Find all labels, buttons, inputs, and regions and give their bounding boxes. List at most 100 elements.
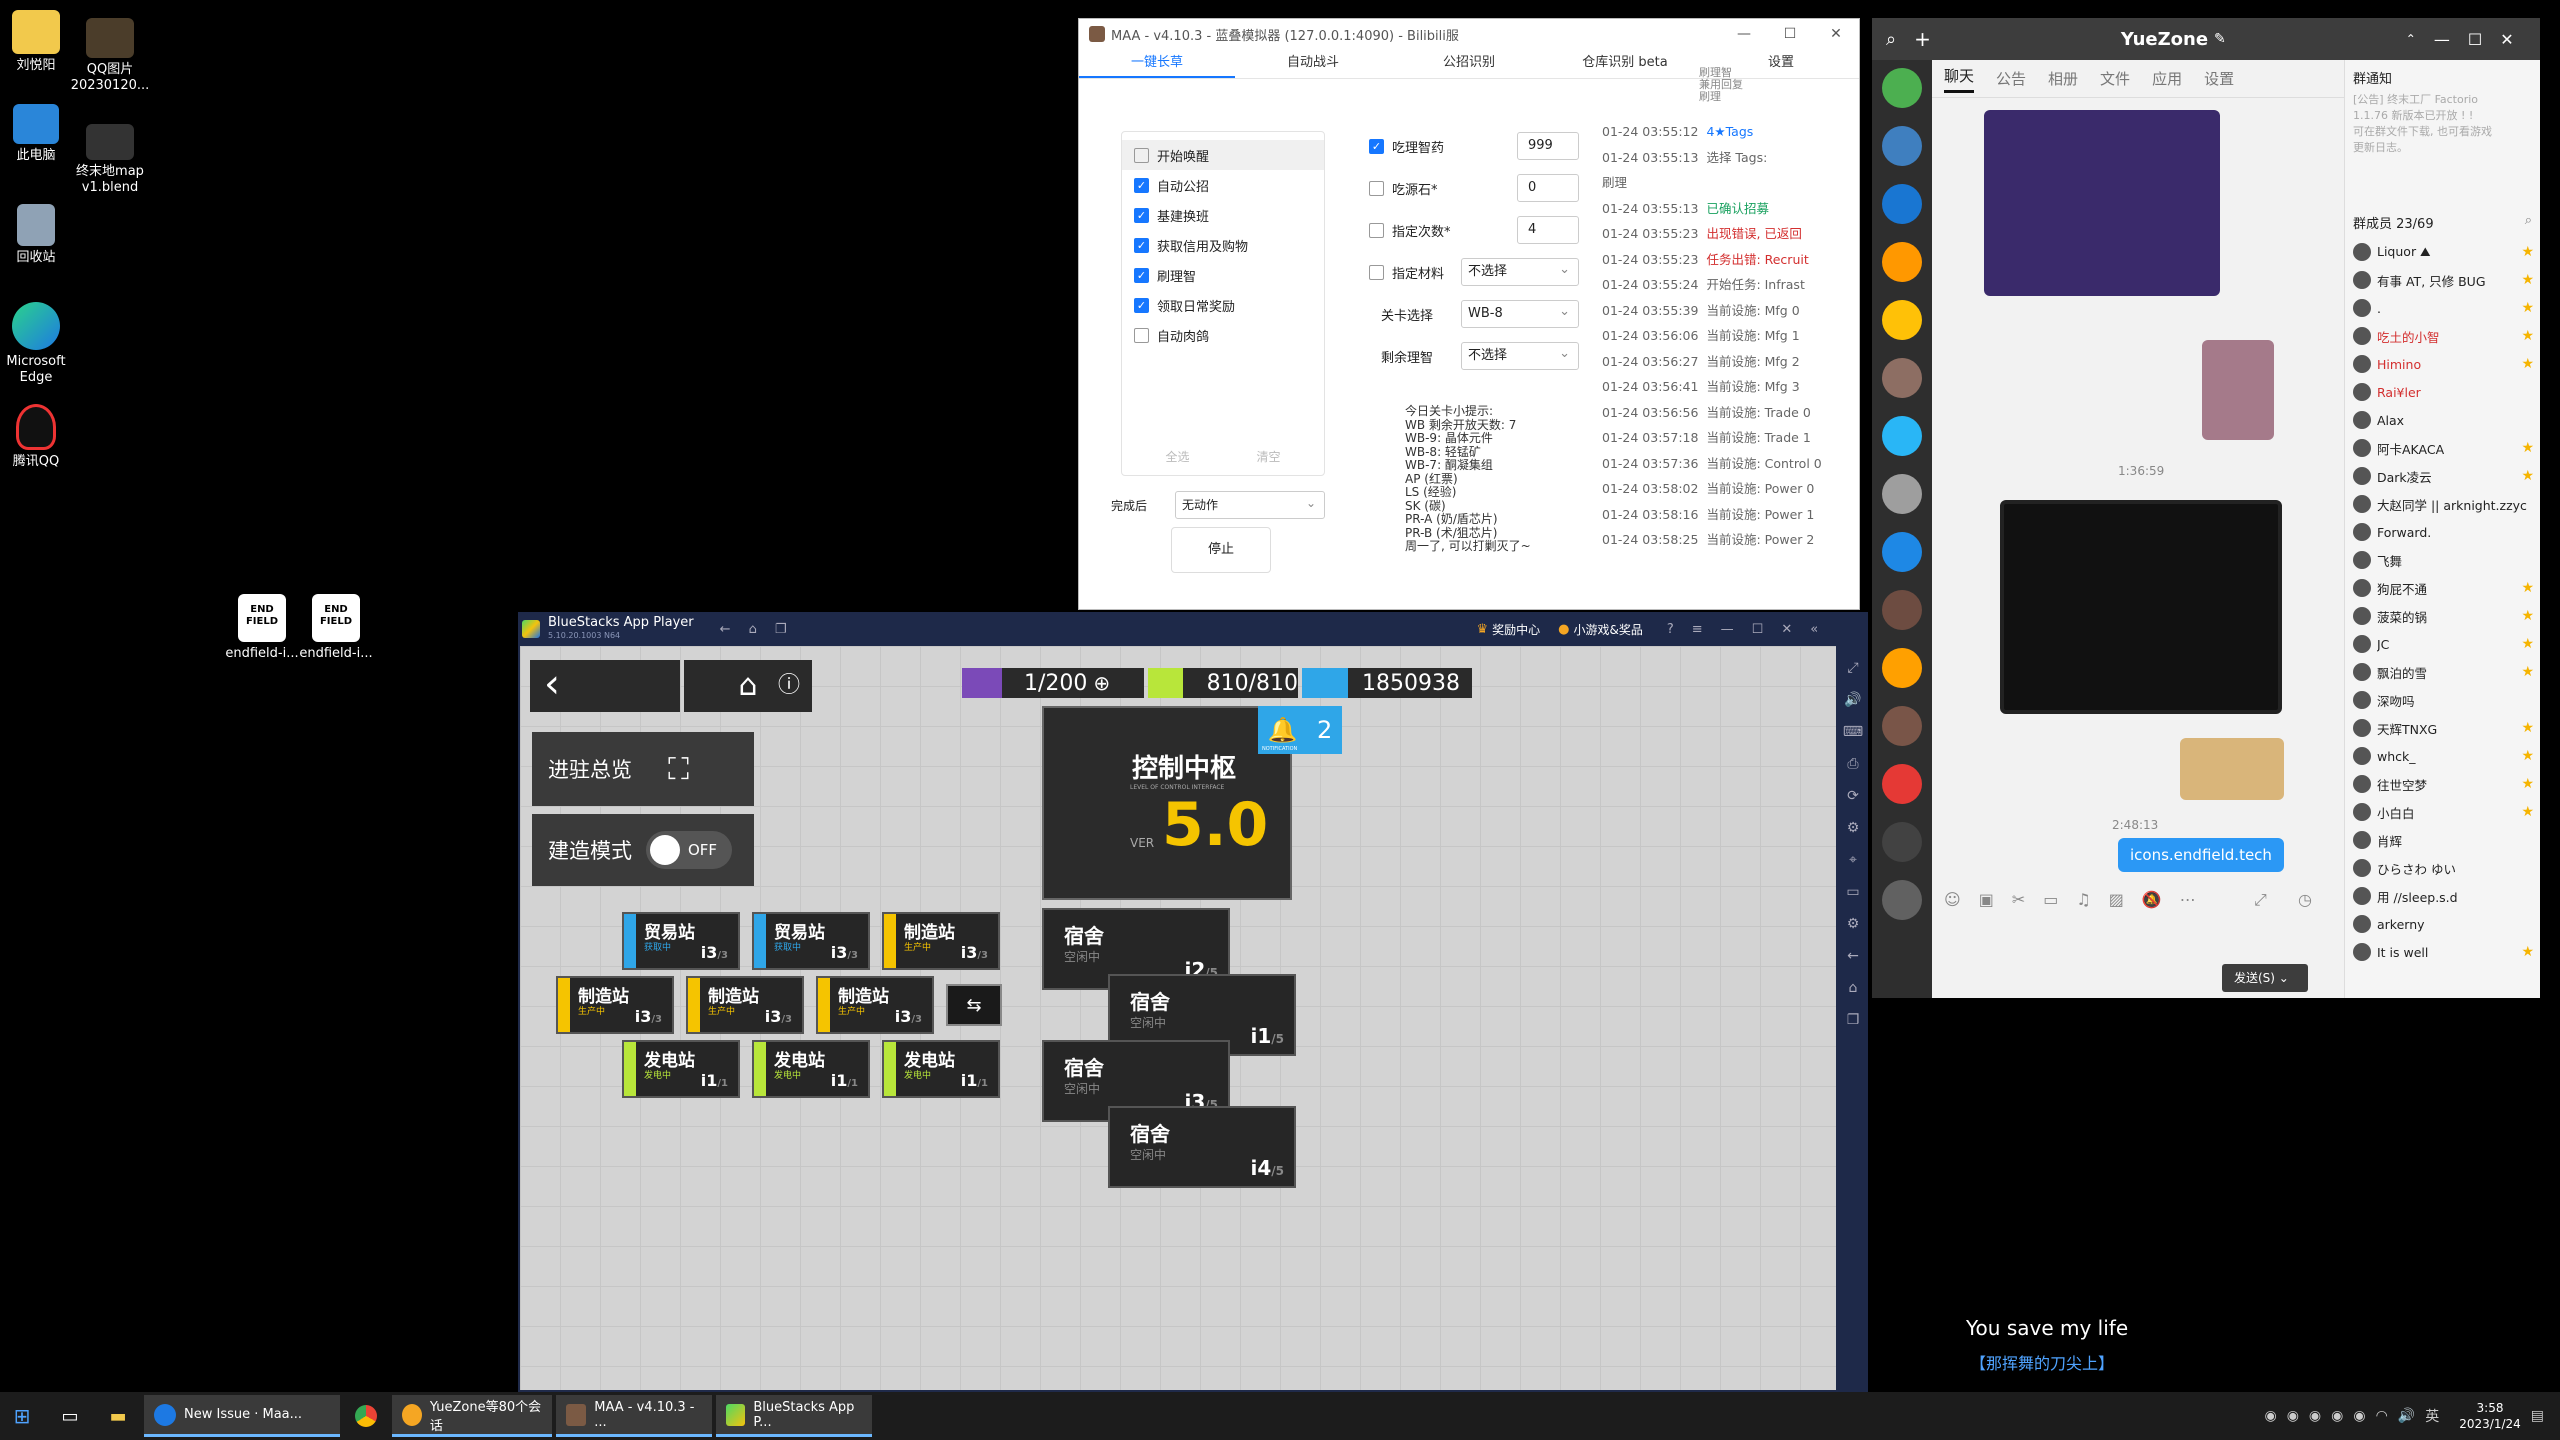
trade-station-1[interactable]: 贸易站 获取中 i3/3 <box>622 912 740 970</box>
task-item[interactable]: ✓ 领取日常奖励 <box>1122 290 1324 320</box>
macro-icon[interactable]: ⚙ <box>1838 812 1868 844</box>
member-item[interactable]: Forward. <box>2345 518 2540 546</box>
member-item[interactable]: 吃土的小智 ★ <box>2345 322 2540 350</box>
desktop-icon-qq[interactable]: 腾讯QQ <box>0 404 96 470</box>
rotate-icon[interactable]: ⟳ <box>1838 780 1868 812</box>
mute-icon[interactable]: 🔕 <box>2142 890 2162 909</box>
tab-auto-battle[interactable]: 自动战斗 <box>1235 49 1391 78</box>
close-icon[interactable]: ✕ <box>1781 622 1792 637</box>
option-select[interactable]: 不选择 <box>1461 257 1579 286</box>
location-icon[interactable]: ⌖ <box>1838 844 1868 876</box>
taskbar-bluestacks[interactable]: BlueStacks App P... <box>716 1395 872 1437</box>
tab-apps[interactable]: 应用 <box>2152 68 2182 89</box>
session-avatar[interactable] <box>1882 590 1922 630</box>
member-item[interactable]: 狗屁不通 ★ <box>2345 574 2540 602</box>
member-item[interactable]: Alax <box>2345 406 2540 434</box>
taskbar-qq[interactable]: YueZone等80个会话 <box>392 1395 552 1437</box>
member-item[interactable]: 用 //sleep.s.d <box>2345 882 2540 910</box>
member-item[interactable]: 深吻吗 <box>2345 686 2540 714</box>
reward-center-button[interactable]: 奖励中心 <box>1492 621 1540 638</box>
session-avatar[interactable] <box>1882 532 1922 572</box>
task-item[interactable]: ✓ 获取信用及购物 <box>1122 230 1324 260</box>
scissors-icon[interactable]: ✂ <box>2012 890 2025 909</box>
info-button[interactable]: ⓘ <box>766 660 812 712</box>
game-viewport[interactable]: ‹ ⌂ ⓘ 1/200 ⊕ 810/810 1850938 进驻总览 ⛶ 建造模 <box>520 646 1836 1390</box>
desktop-icon-qq-image[interactable]: QQ图片 20230120... <box>50 18 170 94</box>
maximize-icon[interactable]: ☐ <box>1767 19 1813 49</box>
session-avatar[interactable] <box>1882 126 1922 166</box>
checkbox[interactable] <box>1134 327 1149 343</box>
desktop-icon-endfield-2[interactable]: END FIELD endfield-i... <box>276 594 396 662</box>
desktop-icon-recycle-bin[interactable]: 回收站 <box>0 204 96 266</box>
member-item[interactable]: ひらさわ ゆい <box>2345 854 2540 882</box>
recent-apps-icon[interactable]: ❐ <box>1838 1004 1868 1036</box>
sticker-message[interactable] <box>2202 340 2274 440</box>
factory-1[interactable]: 制造站 生产中 i3/3 <box>882 912 1000 970</box>
keyboard-icon[interactable]: ⌨ <box>1838 716 1868 748</box>
tray-app-icon[interactable]: ◉ <box>2287 1408 2299 1424</box>
tab-depot[interactable]: 仓库识别 beta <box>1547 49 1703 78</box>
tab-files[interactable]: 文件 <box>2100 68 2130 89</box>
tab-settings[interactable]: 设置 <box>2204 68 2234 89</box>
file-explorer-icon[interactable]: ▬ <box>96 1395 140 1437</box>
desktop-icon-blend[interactable]: 终末地map v1.blend <box>50 124 170 196</box>
search-icon[interactable]: ⌕ <box>1886 29 1896 50</box>
more-icon[interactable]: ⋯ <box>2180 890 2196 909</box>
member-item[interactable]: 肖辉 <box>2345 826 2540 854</box>
search-icon[interactable]: ⌕ <box>2525 213 2532 232</box>
session-avatar[interactable] <box>1882 764 1922 804</box>
session-avatar[interactable] <box>1882 416 1922 456</box>
member-item[interactable]: arkerny <box>2345 910 2540 938</box>
tab-recruit[interactable]: 公招识别 <box>1391 49 1547 78</box>
task-item[interactable]: ✓ 基建换班 <box>1122 200 1324 230</box>
tray-app-icon[interactable]: ◉ <box>2264 1408 2276 1424</box>
session-avatar[interactable] <box>1882 68 1922 108</box>
task-item[interactable]: 开始唤醒 <box>1122 140 1324 170</box>
ime-icon[interactable]: 英 <box>2425 1406 2439 1426</box>
close-icon[interactable]: ✕ <box>2500 30 2513 49</box>
notification-icon[interactable]: ▤ <box>2531 1408 2544 1424</box>
group-notice-text[interactable]: [公告] 终末工厂 Factorio 1.1.76 新版本已开放 ! ! 可在群… <box>2345 87 2540 207</box>
desktop-icon-edge[interactable]: Microsoft Edge <box>0 302 96 386</box>
menu-icon[interactable]: ≡ <box>1692 622 1703 637</box>
checkbox[interactable]: ✓ <box>1134 177 1149 193</box>
folder-icon[interactable]: ▭ <box>2043 890 2058 909</box>
minimize-icon[interactable]: — <box>2434 30 2450 49</box>
back-icon[interactable]: ← <box>720 622 731 637</box>
stop-button[interactable]: 停止 <box>1171 527 1271 573</box>
pin-icon[interactable]: ⌃ <box>2406 32 2416 46</box>
qq-titlebar[interactable]: ⌕ + YueZone ✎ ⌃ — ☐ ✕ <box>1872 18 2540 60</box>
factory-4[interactable]: 制造站 生产中 i3/3 <box>816 976 934 1034</box>
swap-button[interactable]: ⇆ <box>946 984 1002 1026</box>
power-plant-1[interactable]: 发电站 发电中 i1/1 <box>622 1040 740 1098</box>
volume-icon[interactable]: 🔊 <box>1838 684 1868 716</box>
back-button[interactable]: ‹ <box>530 660 680 712</box>
session-avatar[interactable] <box>1882 300 1922 340</box>
collapse-sidebar-icon[interactable]: « <box>1810 622 1818 637</box>
add-icon[interactable]: ⊕ <box>1093 671 1110 695</box>
tab-one-click[interactable]: 一键长草 <box>1079 49 1235 78</box>
after-completion-select[interactable]: 无动作 <box>1175 490 1325 519</box>
member-item[interactable]: 飘泊的雪 ★ <box>2345 658 2540 686</box>
dorm-4[interactable]: 宿舍 空闲中 i4/5 <box>1108 1106 1296 1188</box>
overview-button[interactable]: 进驻总览 ⛶ <box>532 732 754 806</box>
help-icon[interactable]: ? <box>1667 622 1674 637</box>
home-icon[interactable]: ⌂ <box>749 622 757 637</box>
screenshot-icon[interactable]: ⎙ <box>1838 748 1868 780</box>
send-button[interactable]: 发送(S) ⌄ <box>2222 964 2308 992</box>
power-plant-2[interactable]: 发电站 发电中 i1/1 <box>752 1040 870 1098</box>
image-icon[interactable]: ▨ <box>2109 890 2124 909</box>
link-message-bubble[interactable]: icons.endfield.tech <box>2118 838 2284 872</box>
task-view-icon[interactable]: ▭ <box>48 1395 92 1437</box>
member-item[interactable]: Dark凌云 ★ <box>2345 462 2540 490</box>
back-icon[interactable]: ← <box>1838 940 1868 972</box>
sticker-message[interactable] <box>2180 738 2284 800</box>
clear-button[interactable]: 清空 <box>1256 448 1280 465</box>
maximize-icon[interactable]: ☐ <box>2468 30 2482 49</box>
tab-album[interactable]: 相册 <box>2048 68 2078 89</box>
control-center-room[interactable]: 控制中枢 LEVEL OF CONTROL INTERFACE VER 5.0 <box>1042 706 1292 900</box>
member-item[interactable]: 大赵同学 || arknight.zzych <box>2345 490 2540 518</box>
task-item[interactable]: ✓ 刷理智 <box>1122 260 1324 290</box>
add-icon[interactable]: + <box>1914 27 1931 51</box>
close-icon[interactable]: ✕ <box>1813 19 1859 49</box>
